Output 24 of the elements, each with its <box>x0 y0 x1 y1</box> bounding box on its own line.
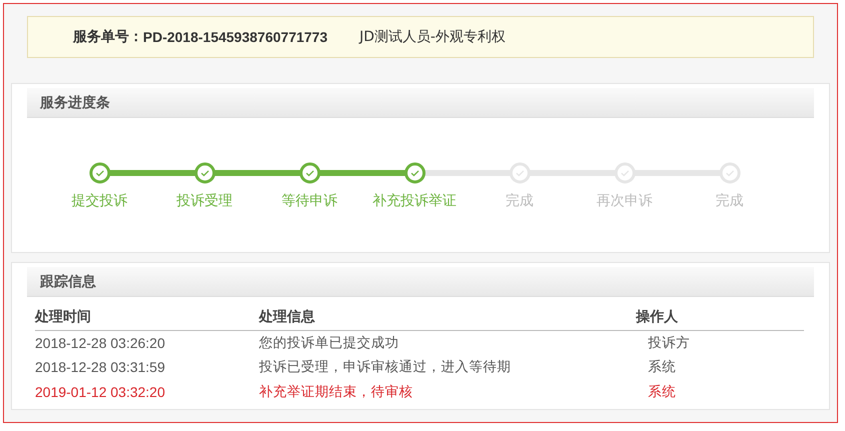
step-label: 提交投诉 <box>72 192 128 210</box>
column-header: 操作人 <box>636 308 679 326</box>
column-header: 处理信息 <box>259 308 316 326</box>
step-label: 等待申诉 <box>282 192 338 210</box>
section-title: 服务进度条 <box>40 94 110 112</box>
time-cell-text: 2018-12-28 03:31:59 <box>35 359 166 376</box>
step-label: 完成 <box>716 192 744 210</box>
info-cell-text: 投诉已受理，申诉审核通过，进入等待期 <box>259 358 512 376</box>
info-cell-text: 补充举证期结束，待审核 <box>259 382 414 401</box>
order-number: PD-2018-1545938760771773 <box>143 29 328 45</box>
info-cell-text: 您的投诉单已提交成功 <box>259 334 400 352</box>
step-label: 补充投诉举证 <box>372 192 456 210</box>
section-title: 跟踪信息 <box>40 272 96 290</box>
order-label: 服务单号： <box>73 28 143 46</box>
operator-cell-text: 系统 <box>647 382 677 401</box>
step-label: 再次申诉 <box>596 192 652 210</box>
operator-cell-text: 系统 <box>647 358 677 376</box>
time-cell-text: 2018-12-28 03:26:20 <box>35 334 166 351</box>
time-cell-text: 2019-01-12 03:32:20 <box>35 384 166 400</box>
order-title: JD测试人员-外观专利权 <box>360 28 506 46</box>
step-label: 投诉受理 <box>176 192 232 210</box>
operator-cell-text: 投诉方 <box>647 334 691 352</box>
step-label: 完成 <box>506 192 534 210</box>
column-header: 处理时间 <box>35 308 92 326</box>
